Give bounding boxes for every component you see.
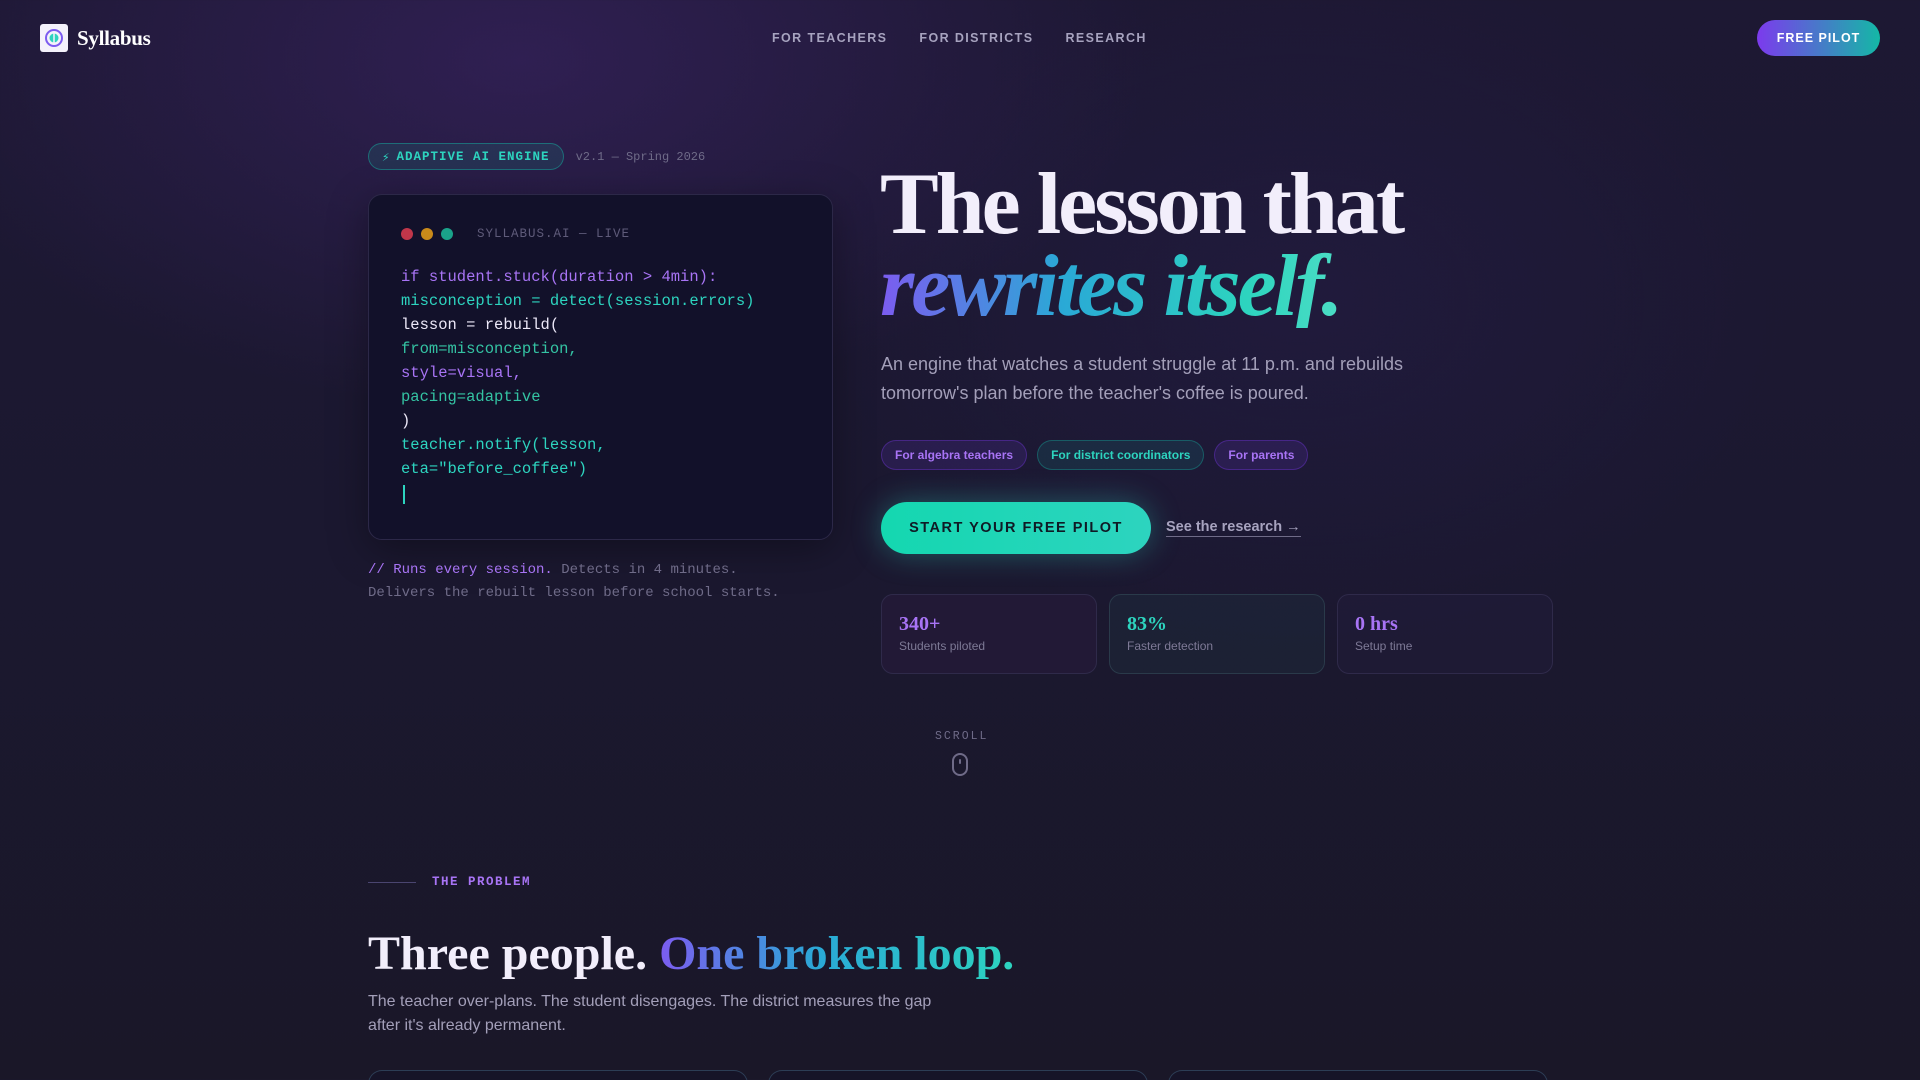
problem-title: Three people. One broken loop. [368,924,1014,984]
eyebrow-label: THE PROBLEM [432,875,532,889]
stat-card-detection: 83% Faster detection [1109,594,1325,674]
hero-headline: The lesson that rewrites itself. [880,156,1405,331]
problem-card [768,1070,1148,1080]
chip-algebra-teachers[interactable]: For algebra teachers [881,440,1028,470]
code-line: from=misconception, [401,340,578,358]
logo-icon [40,24,68,52]
code-line: teacher.notify(lesson, [401,436,606,454]
caption-highlight: // Runs every session. [368,562,553,578]
problem-subtitle: The teacher over-plans. The student dise… [368,993,932,1034]
problem-title-accent: One broken loop. [659,927,1015,980]
code-line: style=visual, [401,364,522,382]
problem-card [368,1070,748,1080]
caption-text-line-2: Delivers the rebuilt lesson before schoo… [368,585,780,601]
problem-card [1168,1070,1548,1080]
code-line: misconception = detect(session.errors) [401,292,755,310]
stat-card-students: 340+ Students piloted [881,594,1097,674]
stat-value: 0 hrs [1355,613,1398,635]
start-free-pilot-button[interactable]: START YOUR FREE PILOT [881,502,1151,554]
chip-district-coordinators[interactable]: For district coordinators [1037,440,1205,470]
problem-title-plain: Three people. [368,927,648,980]
nav-link-research[interactable]: RESEARCH [1065,31,1146,45]
scroll-indicator[interactable]: SCROLL [935,730,989,776]
hero-subheading: An engine that watches a student struggl… [881,354,1403,403]
chip-parents[interactable]: For parents [1214,440,1309,470]
section-eyebrow: THE PROBLEM [368,875,531,889]
stat-value: 340+ [899,613,941,635]
audience-chips: For algebra teachers For district coordi… [881,440,1309,470]
free-pilot-button[interactable]: FREE PILOT [1757,20,1880,56]
badge-label: ADAPTIVE AI ENGINE [396,149,550,164]
nav-links: FOR TEACHERS FOR DISTRICTS RESEARCH [772,31,1147,45]
caption-text: Detects in 4 minutes. [552,562,738,578]
mouse-icon [952,753,968,776]
headline-line-2: rewrites itself. [880,243,1402,331]
engine-badge-row: ⚡ ADAPTIVE AI ENGINE v2.1 — Spring 2026 [368,143,705,170]
code-block: if student.stuck(duration > 4min): misco… [401,265,754,481]
maximize-dot-icon [441,228,453,240]
top-nav: Syllabus FOR TEACHERS FOR DISTRICTS RESE… [0,0,1920,76]
window-controls [401,228,453,240]
nav-link-for-districts[interactable]: FOR DISTRICTS [919,31,1033,45]
scroll-label: SCROLL [935,730,989,743]
code-line: lesson = rebuild( [401,316,560,334]
stat-label: Students piloted [899,639,986,653]
stat-value: 83% [1127,613,1167,635]
lightning-icon: ⚡ [382,150,391,165]
see-research-link[interactable]: See the research → [1166,519,1301,537]
stats-row: 340+ Students piloted 83% Faster detecti… [881,594,1553,674]
code-window: SYLLABUS.AI — LIVE if student.stuck(dura… [368,194,833,540]
brand-name: Syllabus [77,25,151,50]
stat-label: Faster detection [1127,639,1214,653]
code-caption: // Runs every session. Detects in 4 minu… [368,559,780,605]
code-line: if student.stuck(duration > 4min): [401,268,718,286]
nav-link-for-teachers[interactable]: FOR TEACHERS [772,31,887,45]
stat-label: Setup time [1355,639,1413,653]
code-window-title: SYLLABUS.AI — LIVE [477,227,631,241]
text-cursor [403,485,405,504]
problem-cards [368,1070,1548,1080]
headline-line-1: The lesson that [880,156,1405,253]
eyebrow-divider [368,881,416,883]
code-line: eta="before_coffee") [401,460,588,478]
adaptive-ai-badge: ⚡ ADAPTIVE AI ENGINE [368,143,564,170]
code-line: pacing=adaptive [401,388,541,406]
brand-logo[interactable]: Syllabus [40,24,151,52]
code-line: ) [401,412,411,430]
stat-card-setup: 0 hrs Setup time [1337,594,1553,674]
minimize-dot-icon [421,228,433,240]
close-dot-icon [401,228,413,240]
version-label: v2.1 — Spring 2026 [575,149,706,164]
